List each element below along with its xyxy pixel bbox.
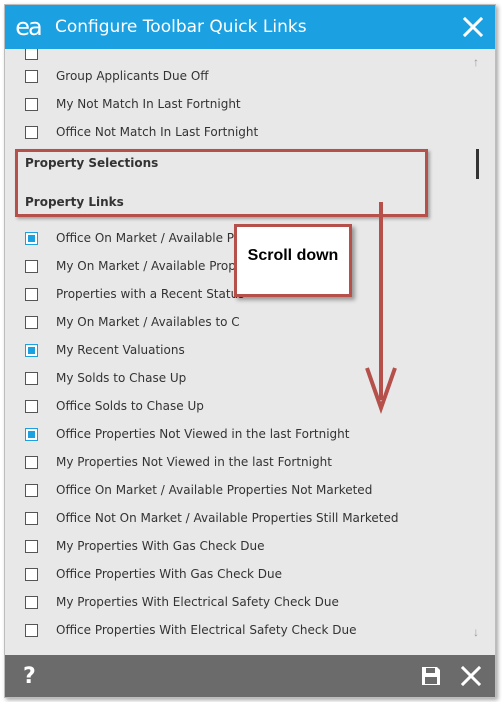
scroll-up-arrow-icon[interactable]: ↑ (469, 55, 483, 69)
checkbox[interactable] (25, 399, 38, 413)
save-button[interactable] (411, 655, 451, 697)
list-item[interactable]: Office Not Match In Last Fortnight (25, 118, 258, 146)
list-item[interactable]: Office Not On Market / Available Propert… (25, 504, 398, 532)
checkbox[interactable] (25, 315, 38, 329)
checkbox[interactable] (25, 483, 38, 497)
checkbox[interactable] (25, 427, 38, 441)
checkbox[interactable] (25, 69, 38, 83)
checkbox[interactable] (25, 511, 38, 525)
list-item-label: My Properties With Gas Check Due (56, 539, 265, 553)
checkbox[interactable] (25, 231, 38, 245)
list-item[interactable]: My Properties With Gas Check Due (25, 532, 264, 560)
dialog-title: Configure Toolbar Quick Links (55, 17, 307, 37)
list-item-label: My On Market / Availables to C (56, 315, 240, 329)
list-item[interactable]: My Properties With Electrical Safety Che… (25, 588, 339, 616)
list-item-label: My Properties Not Viewed in the last For… (56, 455, 332, 469)
checkbox[interactable] (25, 455, 38, 469)
list-item[interactable]: My Properties Not Viewed in the last For… (25, 448, 332, 476)
annotation-callout: Scroll down (234, 224, 352, 297)
checkbox[interactable] (25, 595, 38, 609)
checkbox[interactable] (25, 125, 38, 139)
title-bar: ea Configure Toolbar Quick Links (5, 5, 495, 49)
scroll-down-arrow-icon[interactable]: ↓ (469, 625, 483, 639)
close-footer-button[interactable] (451, 655, 491, 697)
list-item[interactable]: Office Properties With Gas Check Due (25, 560, 282, 588)
list-item-label: Office Not Match In Last Fortnight (56, 125, 259, 139)
help-button[interactable]: ? (23, 664, 36, 689)
list-item-label: Office Properties With Electrical Safety… (56, 623, 357, 637)
checkbox[interactable] (25, 259, 38, 273)
save-icon (422, 667, 440, 685)
list-item-label: My Properties With Electrical Safety Che… (56, 595, 339, 609)
close-icon (461, 666, 481, 686)
ea-logo: ea (15, 13, 42, 41)
dialog-footer: ? (5, 655, 495, 697)
checkbox[interactable] (25, 623, 38, 637)
annotation-down-arrow (365, 202, 397, 415)
list-item[interactable]: Office On Market / Available Properties … (25, 476, 372, 504)
list-item-label: My Solds to Chase Up (56, 371, 187, 385)
checkbox[interactable] (25, 97, 38, 111)
list-item-label: Properties with a Recent Status (56, 287, 245, 301)
list-item-label: Office Solds to Chase Up (56, 399, 204, 413)
list-item-label: Office Properties With Gas Check Due (56, 567, 283, 581)
list-item-label: My Not Match In Last Fortnight (56, 97, 241, 111)
list-item-label: Group Applicants Due Off (56, 69, 209, 83)
list-item-label: Office Not On Market / Available Propert… (56, 511, 399, 525)
list-item[interactable]: Office Properties With Electrical Safety… (25, 616, 357, 644)
list-item[interactable]: My Solds to Chase Up (25, 364, 186, 392)
list-item-label: Office On Market / Available Properties … (56, 483, 373, 497)
close-icon (463, 17, 483, 37)
list-item-label: My Recent Valuations (56, 343, 185, 357)
list-item[interactable]: My Not Match In Last Fortnight (25, 90, 241, 118)
checkbox[interactable] (25, 567, 38, 581)
quick-links-list-area[interactable]: Group Applicants Due Off My Not Match In … (5, 49, 495, 656)
list-item[interactable]: Office Solds to Chase Up (25, 392, 204, 420)
list-item[interactable]: My On Market / Availables to C (25, 308, 240, 336)
checkbox[interactable] (25, 49, 38, 60)
list-item[interactable]: Office Properties Not Viewed in the last… (25, 420, 349, 448)
list-item[interactable]: Group Applicants Due Off (25, 62, 209, 90)
list-item[interactable]: Properties with a Recent Status (25, 280, 244, 308)
checkbox[interactable] (25, 287, 38, 301)
close-button[interactable] (451, 5, 495, 49)
configure-toolbar-dialog: ea Configure Toolbar Quick Links Group A… (4, 4, 496, 698)
list-item[interactable]: My Recent Valuations (25, 336, 185, 364)
checkbox[interactable] (25, 371, 38, 385)
scrollbar-thumb[interactable] (476, 149, 479, 179)
list-item-label: Office Properties Not Viewed in the last… (56, 427, 350, 441)
checkbox[interactable] (25, 539, 38, 553)
checkbox[interactable] (25, 343, 38, 357)
